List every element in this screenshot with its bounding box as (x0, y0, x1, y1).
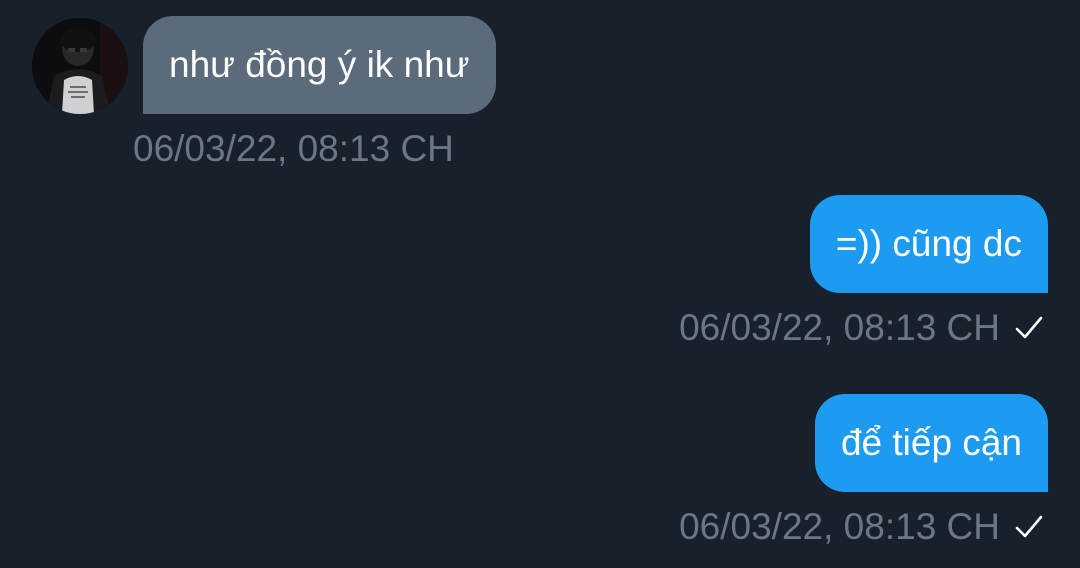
user-avatar-icon (32, 18, 128, 114)
message-text: như đồng ý ik như (169, 44, 470, 85)
message-timestamp: 06/03/22, 08:13 CH (679, 506, 1000, 547)
outgoing-message-bubble[interactable]: để tiếp cận (814, 394, 1048, 492)
message-meta: 06/03/22, 08:13 CH (679, 308, 1044, 348)
message-timestamp: 06/03/22, 08:13 CH (133, 128, 454, 169)
message-thread: như đồng ý ik như 06/03/22, 08:13 CH =))… (0, 0, 1080, 568)
check-icon (1015, 515, 1043, 538)
check-icon (1015, 316, 1043, 339)
sender-avatar[interactable] (32, 18, 128, 114)
message-text: để tiếp cận (840, 422, 1022, 463)
message-timestamp: 06/03/22, 08:13 CH (679, 307, 1000, 348)
message-meta: 06/03/22, 08:13 CH (679, 507, 1044, 547)
message-text: =)) cũng dc (835, 223, 1022, 264)
outgoing-message-bubble[interactable]: =)) cũng dc (809, 195, 1048, 293)
incoming-message-bubble[interactable]: như đồng ý ik như (143, 16, 496, 114)
